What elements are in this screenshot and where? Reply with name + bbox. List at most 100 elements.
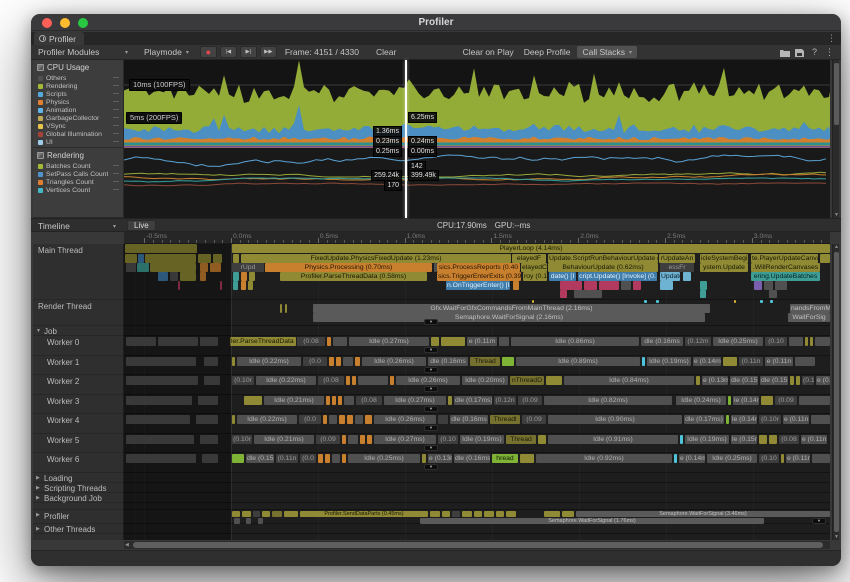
- timeline-span[interactable]: (0.08: [779, 435, 799, 444]
- timeline-span[interactable]: Idle (0.21ms): [264, 396, 324, 405]
- timeline-span[interactable]: Idle (0.27ms): [374, 435, 436, 444]
- timeline-span[interactable]: (0.12m: [685, 337, 711, 346]
- timeline-span[interactable]: [158, 337, 198, 346]
- legend-item[interactable]: Animation—: [33, 106, 123, 114]
- timeline-span[interactable]: [644, 300, 647, 303]
- timeline-span[interactable]: [126, 337, 156, 346]
- tab-profiler[interactable]: Profiler: [34, 32, 84, 45]
- timeline-span[interactable]: [158, 272, 168, 281]
- timeline-span[interactable]: [728, 396, 731, 405]
- timeline-span[interactable]: Idle (0.22ms): [237, 357, 301, 366]
- timeline-span[interactable]: [126, 263, 136, 272]
- timeline-span[interactable]: [253, 511, 260, 517]
- timeline-span[interactable]: [538, 435, 546, 444]
- save-profile-icon[interactable]: [792, 47, 807, 57]
- timeline-span[interactable]: e (0.11n: [801, 435, 827, 444]
- timeline-span[interactable]: [355, 415, 363, 424]
- timeline-span[interactable]: ler.ParseThreadData (0.3: [230, 337, 296, 346]
- timeline-span[interactable]: [329, 415, 337, 424]
- timeline-span[interactable]: [805, 337, 808, 346]
- record-button[interactable]: ●: [200, 46, 217, 58]
- thread-track[interactable]: Idle (0.21ms)(0.08Idle (0.27ms)dle (0.17…: [124, 395, 830, 415]
- profiler-modules-dropdown[interactable]: Profiler Modules ▾: [35, 46, 131, 59]
- timeline-span[interactable]: [642, 357, 645, 366]
- timeline-span[interactable]: [365, 415, 372, 424]
- thread-track[interactable]: [124, 493, 830, 503]
- timeline-span[interactable]: [769, 290, 777, 298]
- timeline-span[interactable]: [474, 511, 482, 517]
- timeline-span[interactable]: [178, 281, 180, 290]
- timeline-span[interactable]: hread: [492, 454, 518, 463]
- timeline-span[interactable]: [213, 254, 222, 263]
- timeline-span[interactable]: sics.TriggerEnterExits (0.39: [437, 272, 521, 281]
- timeline-span[interactable]: [546, 376, 562, 385]
- timeline-span[interactable]: elayedC: [521, 263, 547, 272]
- thread-track[interactable]: [124, 524, 830, 534]
- timeline-span[interactable]: [430, 511, 440, 517]
- timeline-span[interactable]: (0.10: [438, 435, 458, 444]
- timeline-span[interactable]: (0.08: [297, 337, 325, 346]
- timeline-span[interactable]: (0.10r: [759, 415, 781, 424]
- timeline-span[interactable]: [761, 396, 773, 405]
- timeline-span[interactable]: [200, 337, 218, 346]
- timeline-span[interactable]: essFr: [660, 263, 694, 272]
- timeline-span[interactable]: (0.10: [759, 454, 779, 463]
- timeline-span[interactable]: Idle (0.25ms): [713, 337, 763, 346]
- timeline-span[interactable]: BehaviourUpdate (0.62ms): [548, 263, 658, 272]
- legend-toggle-icon[interactable]: —: [113, 179, 119, 185]
- timeline-span[interactable]: dle (0.15m: [760, 376, 788, 385]
- legend-toggle-icon[interactable]: —: [113, 123, 119, 129]
- legend-toggle-icon[interactable]: —: [113, 131, 119, 137]
- timeline-span[interactable]: [355, 357, 360, 366]
- timeline-span[interactable]: [700, 281, 707, 290]
- thread-row-worker-0[interactable]: Worker 0: [33, 336, 123, 356]
- timeline-span[interactable]: [343, 357, 353, 366]
- timeline-span[interactable]: [241, 272, 247, 281]
- timeline-span[interactable]: Idle (0.19ms): [460, 435, 504, 444]
- timeline-span[interactable]: [196, 415, 218, 424]
- rendering-chart[interactable]: [124, 148, 830, 218]
- timeline-span[interactable]: (0.10: [802, 376, 814, 385]
- timeline-span[interactable]: Idle (0.89ms): [516, 357, 640, 366]
- expander-closed-icon[interactable]: ▶: [36, 485, 40, 491]
- timeline-span[interactable]: le (0.15m: [731, 435, 757, 444]
- timeline-span[interactable]: Gfx.WaitForGfxCommandsFromMainThread (2.…: [313, 304, 710, 313]
- timeline-span[interactable]: [358, 376, 388, 385]
- thread-row-worker-5[interactable]: Worker 5: [33, 434, 123, 454]
- timeline-span[interactable]: (0.10r: [232, 435, 252, 444]
- thread-track[interactable]: dle (0.15m(0.11n(0.0Idle (0.25ms)e (0.13…: [124, 453, 830, 473]
- thread-row-worker-2[interactable]: Worker 2: [33, 375, 123, 395]
- timeline-span[interactable]: [770, 300, 773, 303]
- timeline-span[interactable]: [232, 357, 235, 366]
- timeline-span[interactable]: [200, 263, 208, 272]
- thread-track[interactable]: [124, 503, 830, 510]
- selected-frame-line[interactable]: [405, 60, 407, 218]
- timeline-span[interactable]: [232, 454, 244, 463]
- timeline-span[interactable]: [700, 290, 706, 298]
- kebab-menu-icon[interactable]: ⋮: [827, 33, 836, 44]
- timeline-span[interactable]: Idle (0.25ms): [348, 454, 420, 463]
- timeline-span[interactable]: [352, 376, 356, 385]
- timeline-span[interactable]: Idle (0.90ms): [548, 415, 682, 424]
- call-stacks-dropdown[interactable]: Call Stacks ▾: [577, 46, 637, 58]
- thread-track[interactable]: ler.ParseThreadData (0.3(0.08Idle (0.27m…: [124, 336, 830, 356]
- timeline-span[interactable]: le (0.14m: [733, 396, 759, 405]
- timeline-span[interactable]: [126, 396, 192, 405]
- legend-item[interactable]: Rendering—: [33, 82, 123, 90]
- timeline-span[interactable]: nandsFromM: [790, 304, 830, 313]
- timeline-span[interactable]: [674, 454, 677, 463]
- timeline-span[interactable]: [210, 263, 221, 272]
- timeline-span[interactable]: (0.08: [356, 396, 382, 405]
- timeline-span[interactable]: Profiler.SendDataParts (0.45ms): [300, 511, 428, 517]
- timeline-span[interactable]: Idle (0.20ms): [462, 376, 508, 385]
- module-header[interactable]: Rendering: [33, 148, 123, 162]
- timeline-span[interactable]: WaitForSig: [788, 313, 830, 322]
- legend-item[interactable]: SetPass Calls Count—: [33, 170, 123, 178]
- timeline-span[interactable]: e (0.13m: [428, 454, 452, 463]
- legend-item[interactable]: Scripts—: [33, 90, 123, 98]
- timeline-span[interactable]: [332, 396, 336, 405]
- legend-item[interactable]: Vertices Count—: [33, 186, 123, 194]
- timeline-span[interactable]: [760, 300, 763, 303]
- legend-toggle-icon[interactable]: —: [113, 187, 119, 193]
- timeline-span[interactable]: [726, 415, 729, 424]
